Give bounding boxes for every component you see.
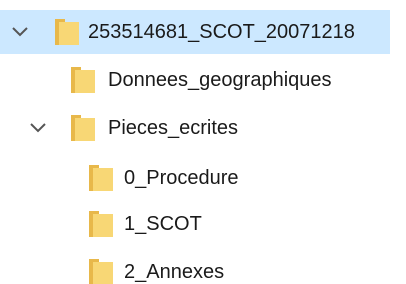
folder-icon — [88, 164, 114, 192]
folder-icon — [70, 114, 96, 142]
tree-item-label: 2_Annexes — [124, 261, 225, 283]
folder-icon — [88, 210, 114, 238]
tree-item-label: 0_Procedure — [124, 167, 239, 189]
tree-item-label: Donnees_geographiques — [108, 69, 332, 91]
tree-item-2-annexes[interactable]: 2_Annexes — [0, 250, 406, 284]
folder-icon — [88, 258, 114, 284]
tree-item-0-procedure[interactable]: 0_Procedure — [0, 156, 406, 200]
tree-item-donnees-geographiques[interactable]: Donnees_geographiques — [0, 58, 406, 102]
folder-icon — [54, 18, 80, 46]
tree-item-label: 253514681_SCOT_20071218 — [88, 21, 355, 43]
chevron-down-icon[interactable] — [10, 22, 30, 42]
tree-item-label: 1_SCOT — [124, 213, 202, 235]
tree-item-root[interactable]: 253514681_SCOT_20071218 — [0, 10, 390, 54]
folder-icon — [70, 66, 96, 94]
tree-item-1-scot[interactable]: 1_SCOT — [0, 202, 406, 246]
chevron-down-icon[interactable] — [28, 118, 48, 138]
folder-tree: 253514681_SCOT_20071218 Donnees_geograph… — [0, 0, 406, 284]
tree-item-pieces-ecrites[interactable]: Pieces_ecrites — [0, 106, 406, 150]
tree-item-label: Pieces_ecrites — [108, 117, 239, 139]
